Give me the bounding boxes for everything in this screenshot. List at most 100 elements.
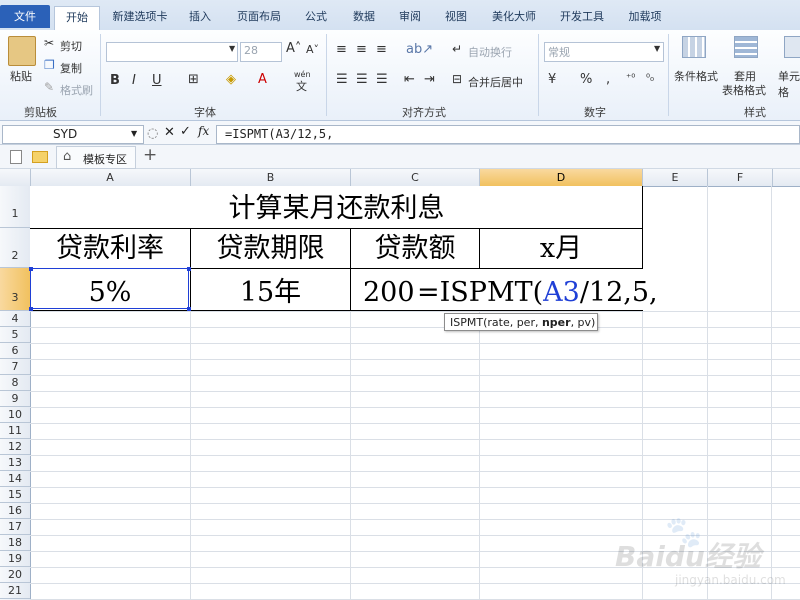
decrease-decimal-icon[interactable]: ⁰₀	[646, 73, 654, 84]
reference-handle[interactable]	[29, 267, 33, 271]
tab-new[interactable]: 新建选项卡	[104, 6, 176, 30]
comma-button[interactable]: ,	[606, 72, 610, 87]
header-amount-cell[interactable]: 贷款额	[351, 229, 479, 268]
align-left-icon[interactable]: ☰	[336, 72, 348, 87]
row-header-13[interactable]: 13	[0, 455, 30, 471]
header-term-cell[interactable]: 贷款期限	[191, 229, 350, 268]
indent-increase-icon[interactable]: ⇥	[424, 72, 435, 87]
tab-addins[interactable]: 加载项	[620, 6, 670, 30]
insert-function-button[interactable]: fx	[198, 124, 209, 138]
align-middle-icon[interactable]: ≡	[356, 42, 367, 57]
column-header-b[interactable]: B	[191, 169, 351, 186]
new-document-icon[interactable]	[10, 150, 22, 164]
row-header-12[interactable]: 12	[0, 439, 30, 455]
tab-formulas[interactable]: 公式	[298, 6, 334, 30]
cell-style-button[interactable]: 单元格	[778, 68, 800, 100]
align-top-icon[interactable]: ≡	[336, 42, 347, 57]
currency-icon[interactable]: ¥	[548, 72, 556, 87]
column-header-d[interactable]: D	[480, 169, 643, 186]
formula-input[interactable]: =ISPMT(A3/12,5,	[216, 125, 800, 144]
shrink-font-icon[interactable]: A˅	[306, 43, 319, 56]
fill-color-icon[interactable]: ◈	[226, 72, 236, 87]
row-header-21[interactable]: 21	[0, 583, 30, 599]
add-tab-button[interactable]: +	[143, 145, 157, 165]
expand-icon[interactable]: ◌	[147, 126, 158, 141]
row-header-7[interactable]: 7	[0, 359, 30, 375]
row-header-5[interactable]: 5	[0, 327, 30, 343]
row-header-18[interactable]: 18	[0, 535, 30, 551]
grid-line	[30, 359, 800, 360]
template-tab[interactable]: ⌂ 模板专区	[56, 146, 136, 169]
tab-data[interactable]: 数据	[344, 6, 384, 30]
format-painter-button[interactable]: 格式刷	[60, 82, 93, 98]
increase-decimal-icon[interactable]: ⁺⁰	[626, 73, 635, 84]
cancel-icon[interactable]: ✕	[164, 125, 175, 140]
row-header-10[interactable]: 10	[0, 407, 30, 423]
cut-button[interactable]: 剪切	[60, 38, 82, 54]
row-header-14[interactable]: 14	[0, 471, 30, 487]
column-header-a[interactable]: A	[30, 169, 191, 186]
align-bottom-icon[interactable]: ≡	[376, 42, 387, 57]
orientation-icon[interactable]: ab↗	[406, 42, 433, 57]
percent-button[interactable]: %	[580, 72, 592, 87]
row-header-17[interactable]: 17	[0, 519, 30, 535]
conditional-format-icon[interactable]	[682, 36, 706, 58]
tab-view[interactable]: 视图	[438, 6, 474, 30]
name-box[interactable]: SYD ▼	[2, 125, 144, 144]
column-header-e[interactable]: E	[643, 169, 708, 186]
reference-handle[interactable]	[29, 307, 33, 311]
column-header-c[interactable]: C	[351, 169, 480, 186]
term-cell[interactable]: 15年	[191, 269, 350, 310]
row-header-1[interactable]: 1	[0, 186, 30, 228]
merge-center-button[interactable]: 合并后居中	[468, 74, 523, 90]
wrap-text-button[interactable]: 自动换行	[468, 44, 512, 60]
row-header-4[interactable]: 4	[0, 311, 30, 327]
underline-button[interactable]: U	[152, 73, 162, 88]
row-header-8[interactable]: 8	[0, 375, 30, 391]
enter-icon[interactable]: ✓	[180, 124, 191, 139]
function-tooltip[interactable]: ISPMT(rate, per, nper, pv)	[444, 313, 598, 331]
header-rate-cell[interactable]: 贷款利率	[30, 229, 190, 268]
folder-icon[interactable]	[32, 151, 48, 163]
row-header-20[interactable]: 20	[0, 567, 30, 583]
tab-developer[interactable]: 开发工具	[554, 6, 610, 30]
row-header-3[interactable]: 3	[0, 268, 30, 311]
tab-page-layout[interactable]: 页面布局	[228, 6, 290, 30]
indent-decrease-icon[interactable]: ⇤	[404, 72, 415, 87]
border-icon[interactable]: ⊞	[188, 72, 199, 87]
conditional-format-button[interactable]: 条件格式	[674, 68, 718, 84]
header-month-cell[interactable]: x月	[480, 229, 642, 268]
tab-beautify[interactable]: 美化大师	[484, 6, 544, 30]
template-tab-label: 模板专区	[83, 153, 127, 166]
row-header-2[interactable]: 2	[0, 228, 30, 268]
paste-icon[interactable]	[8, 36, 36, 66]
row-header-6[interactable]: 6	[0, 343, 30, 359]
phonetic-icon[interactable]: 文	[296, 78, 307, 94]
copy-button[interactable]: 复制	[60, 60, 82, 76]
tab-file[interactable]: 文件	[0, 5, 50, 28]
reference-handle[interactable]	[187, 267, 191, 271]
paste-button[interactable]: 粘贴	[10, 68, 32, 84]
font-color-icon[interactable]: A	[258, 72, 267, 87]
row-header-9[interactable]: 9	[0, 391, 30, 407]
title-cell[interactable]: 计算某月还款利息	[30, 190, 643, 228]
row-header-11[interactable]: 11	[0, 423, 30, 439]
table-format-icon[interactable]	[734, 36, 758, 58]
row-header-19[interactable]: 19	[0, 551, 30, 567]
align-center-icon[interactable]: ☰	[356, 72, 368, 87]
tab-insert[interactable]: 插入	[182, 6, 218, 30]
align-right-icon[interactable]: ☰	[376, 72, 388, 87]
cell-style-icon[interactable]	[784, 36, 800, 58]
italic-button[interactable]: I	[132, 73, 136, 88]
tab-home[interactable]: 开始	[54, 6, 100, 31]
select-all-corner[interactable]	[0, 169, 31, 186]
row-header-16[interactable]: 16	[0, 503, 30, 519]
grow-font-icon[interactable]: A˄	[286, 41, 301, 56]
row-header-15[interactable]: 15	[0, 487, 30, 503]
chevron-down-icon[interactable]: ▼	[131, 129, 137, 138]
font-name-box[interactable]	[106, 42, 238, 62]
tab-review[interactable]: 审阅	[392, 6, 428, 30]
column-header-f[interactable]: F	[708, 169, 773, 186]
bold-button[interactable]: B	[110, 73, 120, 88]
reference-handle[interactable]	[187, 307, 191, 311]
